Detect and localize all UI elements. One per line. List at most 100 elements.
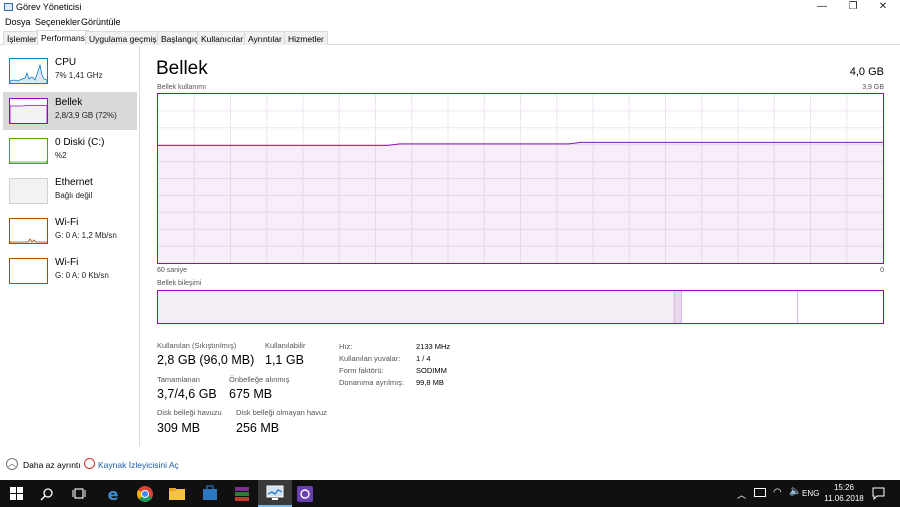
tab-details[interactable]: Ayrıntılar	[244, 31, 286, 45]
language-indicator[interactable]: ENG	[802, 489, 819, 498]
task-manager-icon	[266, 485, 284, 500]
tab-services[interactable]: Hizmetler	[284, 31, 328, 45]
available-label: Kullanılabilir	[265, 341, 306, 350]
battery-icon[interactable]	[754, 488, 766, 497]
memory-usage-chart	[158, 94, 883, 263]
clock-time[interactable]: 15:26	[824, 483, 864, 492]
composition-label: Bellek bileşimi	[157, 280, 202, 287]
tab-processes[interactable]: İşlemler	[3, 31, 41, 45]
menu-view[interactable]: Görüntüle	[81, 17, 121, 27]
sidebar-label: Ethernet	[55, 177, 93, 188]
menu-options[interactable]: Seçenekler	[35, 17, 80, 27]
chrome-browser-icon[interactable]	[136, 485, 154, 503]
spec-key: Hız:	[339, 342, 353, 351]
winrar-archive-icon[interactable]	[233, 485, 251, 503]
composition-free-segment[interactable]	[797, 291, 883, 323]
sidebar-sublabel: 2,8/3,9 GB (72%)	[55, 111, 117, 120]
spec-value: SODIMM	[416, 366, 447, 375]
sidebar-label: Wi-Fi	[55, 217, 79, 228]
wifi-signal-icon[interactable]: ◠	[773, 487, 782, 498]
composition-modified-segment[interactable]	[674, 291, 682, 323]
spec-value: 99,8 MB	[416, 378, 444, 387]
spec-value: 2133 MHz	[416, 342, 451, 351]
menu-bar: Dosya Seçenekler Görüntüle	[0, 15, 900, 29]
wifi-thumbnail-graph	[9, 218, 48, 244]
time-axis-start: 60 saniye	[157, 267, 187, 274]
sidebar-label: Bellek	[55, 97, 83, 108]
sidebar-item-wifi-1[interactable]: Wi-Fi G: 0 A: 1,2 Mb/sn	[3, 212, 137, 250]
show-hidden-icons-chevron-icon[interactable]: ︿	[737, 488, 746, 501]
sidebar-label: Wi-Fi	[55, 257, 79, 268]
performance-sidebar: CPU 7% 1,41 GHz Bellek 2,8/3,9 GB (72%) …	[0, 46, 140, 446]
spec-key: Form faktörü:	[339, 366, 384, 375]
task-manager-taskbar-button[interactable]	[258, 480, 292, 507]
sidebar-label: CPU	[55, 57, 77, 68]
committed-label: Tamamlanan	[157, 375, 200, 384]
usage-graph-label: Bellek kullanımı	[157, 84, 207, 91]
paged-pool-label: Disk belleği havuzu	[157, 408, 222, 417]
nonpaged-pool-label: Disk belleği olmayan havuz	[236, 408, 327, 417]
sidebar-sublabel: %2	[55, 151, 67, 160]
less-details-link[interactable]: Daha az ayrıntı	[23, 460, 81, 470]
task-manager-app-icon	[4, 3, 13, 11]
tab-users[interactable]: Kullanıcılar	[197, 31, 248, 45]
windows-start-icon[interactable]	[10, 487, 23, 500]
time-axis-end: 0	[880, 267, 884, 274]
cached-value: 675 MB	[229, 387, 273, 401]
action-center-icon[interactable]	[872, 487, 885, 500]
sidebar-item-ethernet[interactable]: Ethernet Bağlı değil	[3, 172, 137, 210]
store-app-icon[interactable]	[201, 485, 219, 503]
usage-graph-max: 3,9 GB	[862, 84, 884, 91]
search-icon[interactable]	[40, 487, 54, 501]
sidebar-item-wifi-2[interactable]: Wi-Fi G: 0 A: 0 Kb/sn	[3, 252, 137, 290]
sidebar-item-cpu[interactable]: CPU 7% 1,41 GHz	[3, 52, 137, 90]
file-explorer-icon[interactable]	[168, 485, 186, 503]
tab-app-history[interactable]: Uygulama geçmişi	[85, 31, 163, 45]
sidebar-item-memory[interactable]: Bellek 2,8/3,9 GB (72%)	[3, 92, 137, 130]
title-bar: Görev Yöneticisi — ❐ ✕	[0, 0, 900, 15]
volume-icon[interactable]: 🔈	[789, 486, 801, 497]
page-title: Bellek	[156, 58, 208, 79]
in-use-value: 2,8 GB (96,0 MB)	[157, 353, 255, 367]
edge-browser-icon[interactable]: e	[104, 485, 122, 503]
clock-date[interactable]: 11.06.2018	[822, 494, 866, 503]
memory-usage-graph	[157, 93, 884, 264]
total-memory: 4,0 GB	[849, 66, 884, 78]
in-use-label: Kullanılan (Sıkıştırılmış)	[157, 341, 237, 350]
close-button[interactable]: ✕	[868, 0, 898, 15]
available-value: 1,1 GB	[265, 353, 304, 367]
resource-monitor-icon	[84, 458, 95, 469]
spec-key: Kullanılan yuvalar:	[339, 354, 401, 363]
nonpaged-pool-value: 256 MB	[236, 421, 280, 435]
composition-in-use-segment[interactable]	[158, 291, 675, 323]
spec-value: 1 / 4	[416, 354, 431, 363]
tab-startup[interactable]: Başlangıç	[157, 31, 203, 45]
windows-taskbar: e ︿ ◠ 🔈 ENG 15:26 11.06.2018	[0, 480, 900, 507]
task-view-icon[interactable]	[72, 487, 86, 500]
svg-text:e: e	[108, 485, 119, 503]
wifi-thumbnail-graph	[9, 258, 48, 284]
disk-thumbnail-graph	[9, 138, 48, 164]
open-resource-monitor-link[interactable]: Kaynak İzleyicisini Aç	[98, 460, 179, 470]
memory-composition-bar	[157, 290, 884, 324]
minimize-button[interactable]: —	[807, 0, 837, 15]
ethernet-thumbnail-graph	[9, 178, 48, 204]
chevron-up-icon[interactable]: ︿	[6, 458, 18, 470]
restore-button[interactable]: ❐	[838, 0, 868, 15]
visual-studio-icon[interactable]	[296, 485, 314, 503]
window-title: Görev Yöneticisi	[16, 2, 82, 12]
sidebar-item-disk[interactable]: 0 Diski (C:) %2	[3, 132, 137, 170]
memory-composition-chart	[158, 291, 883, 323]
sidebar-sublabel: G: 0 A: 0 Kb/sn	[55, 271, 109, 280]
tab-performance[interactable]: Performans	[37, 30, 89, 45]
footer-bar: ︿ Daha az ayrıntı Kaynak İzleyicisini Aç	[0, 455, 900, 475]
composition-standby-segment[interactable]	[681, 291, 798, 323]
tab-strip: İşlemler Performans Uygulama geçmişi Baş…	[0, 30, 900, 45]
cpu-thumbnail-graph	[9, 58, 48, 84]
menu-file[interactable]: Dosya	[5, 17, 31, 27]
sidebar-sublabel: Bağlı değil	[55, 191, 93, 200]
sidebar-sublabel: 7% 1,41 GHz	[55, 71, 103, 80]
spec-key: Donanıma ayrılmış:	[339, 378, 405, 387]
sidebar-sublabel: G: 0 A: 1,2 Mb/sn	[55, 231, 117, 240]
cached-label: Önbelleğe alınmış	[229, 375, 290, 384]
